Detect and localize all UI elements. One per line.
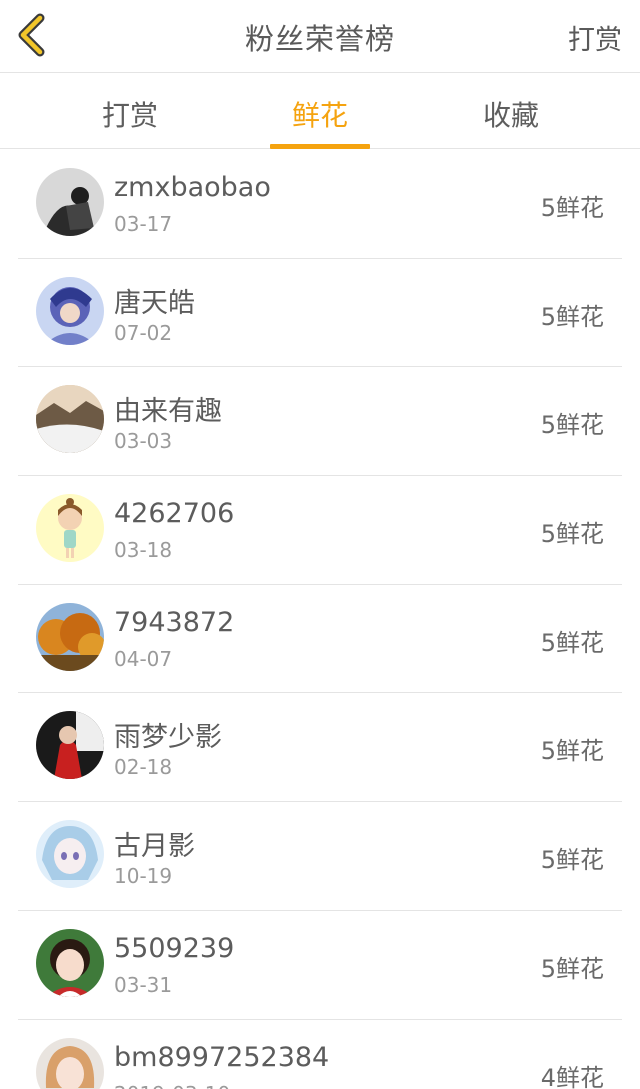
avatar	[36, 276, 104, 345]
fan-name: 唐天皓	[114, 287, 195, 319]
flower-count: 5鲜花	[540, 628, 604, 657]
avatar	[36, 494, 104, 563]
fan-date: 07-02	[114, 320, 173, 345]
fan-name: zmxbaobao	[114, 172, 271, 203]
fan-date: 04-07	[114, 646, 173, 671]
list-item[interactable]: 4262706 03-18 5鲜花	[0, 476, 640, 585]
tab-indicator	[270, 144, 370, 149]
fan-date: 03-18	[114, 538, 173, 563]
avatar	[36, 1037, 104, 1089]
fan-name: 4262706	[114, 498, 235, 530]
flower-count: 4鲜花	[540, 1063, 604, 1089]
fan-name: 雨梦少影	[114, 722, 222, 754]
list-item[interactable]: 5509239 03-31 5鲜花	[0, 911, 640, 1020]
fan-date: 03-17	[114, 212, 173, 236]
tab-flowers[interactable]: 鲜花	[270, 94, 370, 149]
list-item[interactable]: 7943872 04-07 5鲜花	[0, 585, 640, 694]
nav-bar: 粉丝荣誉榜 打赏	[0, 0, 640, 73]
list-item[interactable]: 唐天皓 07-02 5鲜花	[0, 259, 640, 368]
avatar	[36, 711, 104, 780]
tab-favorites[interactable]: 收藏	[461, 94, 561, 149]
tab-label: 鲜花	[291, 99, 348, 132]
flower-count: 5鲜花	[540, 411, 604, 440]
fan-name: 7943872	[114, 606, 235, 638]
list-item[interactable]: 由来有趣 03-03 5鲜花	[0, 367, 640, 476]
fan-name: 古月影	[114, 831, 195, 863]
fan-date: 10-19	[114, 864, 173, 889]
flower-count: 5鲜花	[540, 302, 604, 331]
tab-label: 打赏	[101, 99, 158, 132]
list-item[interactable]: 古月影 10-19 5鲜花	[0, 802, 640, 911]
avatar	[36, 602, 104, 671]
tab-label: 收藏	[482, 99, 539, 132]
list-item[interactable]: 雨梦少影 02-18 5鲜花	[0, 693, 640, 802]
flower-count: 5鲜花	[540, 737, 604, 766]
flower-count: 5鲜花	[540, 954, 604, 983]
tab-bar: 打赏 鲜花 收藏	[0, 74, 640, 149]
fan-ranking-list: zmxbaobao 03-17 5鲜花 唐天皓 07-02 5鲜花 由来有趣 0…	[0, 150, 640, 1089]
list-item[interactable]: bm8997252384 2019-03-10 4鲜花	[0, 1020, 640, 1089]
flower-count: 5鲜花	[540, 846, 604, 875]
fan-date: 03-03	[114, 429, 173, 454]
fan-date: 02-18	[114, 755, 173, 780]
avatar	[36, 168, 104, 236]
flower-count: 5鲜花	[540, 520, 604, 549]
fan-name: 5509239	[114, 932, 235, 964]
fan-name: 由来有趣	[114, 396, 222, 428]
avatar	[36, 385, 104, 454]
fan-date: 2019-03-10	[114, 1082, 230, 1089]
page-title: 粉丝荣誉榜	[244, 22, 395, 56]
reward-action-button[interactable]: 打赏	[568, 18, 622, 57]
avatar	[36, 928, 104, 997]
flower-count: 5鲜花	[540, 194, 604, 222]
avatar	[36, 820, 104, 889]
fan-name: bm8997252384	[114, 1041, 330, 1073]
tab-reward[interactable]: 打赏	[80, 94, 180, 149]
fan-date: 03-31	[114, 972, 173, 997]
list-item[interactable]: zmxbaobao 03-17 5鲜花	[0, 150, 640, 259]
